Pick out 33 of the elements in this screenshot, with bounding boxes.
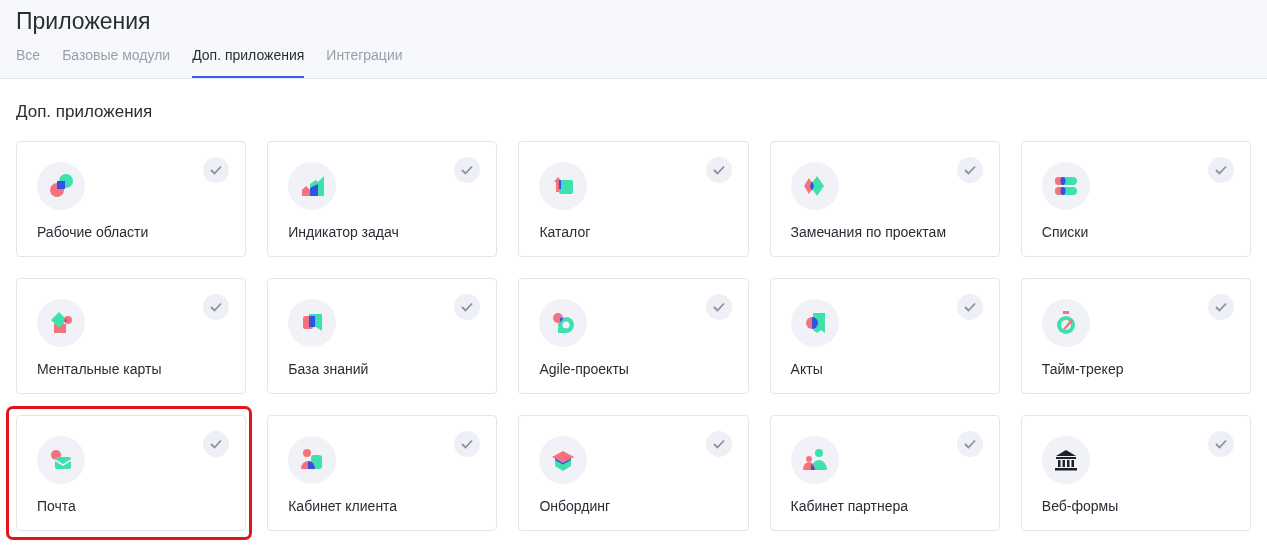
app-name: Онбординг: [539, 497, 611, 516]
app-name: Рабочие области: [37, 223, 149, 242]
app-name: База знаний: [288, 360, 369, 379]
app-name: Тайм-трекер: [1041, 360, 1124, 379]
app-name: Кабинет клиента: [288, 497, 398, 516]
app-card[interactable]: Списки: [1020, 141, 1251, 257]
app-name: Акты: [790, 360, 823, 379]
app-card[interactable]: База знаний: [267, 278, 498, 394]
app-card[interactable]: Ментальные карты: [16, 278, 247, 394]
app-name: Веб-формы: [1041, 497, 1119, 516]
app-name: Каталог: [539, 223, 591, 242]
tab[interactable]: Доп. приложения: [192, 45, 305, 78]
section-title: Доп. приложения: [16, 101, 154, 123]
app-card[interactable]: Почта: [16, 415, 247, 531]
app-name: Ментальные карты: [37, 360, 162, 379]
app-card[interactable]: Индикатор задач: [267, 141, 498, 257]
app-card[interactable]: Каталог: [518, 141, 749, 257]
app-card[interactable]: Замечания по проектам: [769, 141, 1000, 257]
app-card[interactable]: Кабинет клиента: [267, 415, 498, 531]
app-card[interactable]: Веб-формы: [1020, 415, 1251, 531]
page-title: Приложения: [16, 7, 152, 36]
app-card[interactable]: Рабочие области: [16, 141, 247, 257]
app-name: Списки: [1041, 223, 1089, 242]
app-name: Agile-проекты: [539, 360, 629, 379]
app-name: Кабинет партнера: [790, 497, 909, 516]
app-card[interactable]: Акты: [769, 278, 1000, 394]
app-card[interactable]: Онбординг: [518, 415, 749, 531]
app-card[interactable]: Agile-проекты: [518, 278, 749, 394]
app-name: Индикатор задач: [288, 223, 399, 242]
app-name: Замечания по проектам: [790, 223, 947, 242]
app-card[interactable]: Кабинет партнера: [769, 415, 1000, 531]
app-name: Почта: [37, 497, 76, 516]
app-card[interactable]: Тайм-трекер: [1020, 278, 1251, 394]
